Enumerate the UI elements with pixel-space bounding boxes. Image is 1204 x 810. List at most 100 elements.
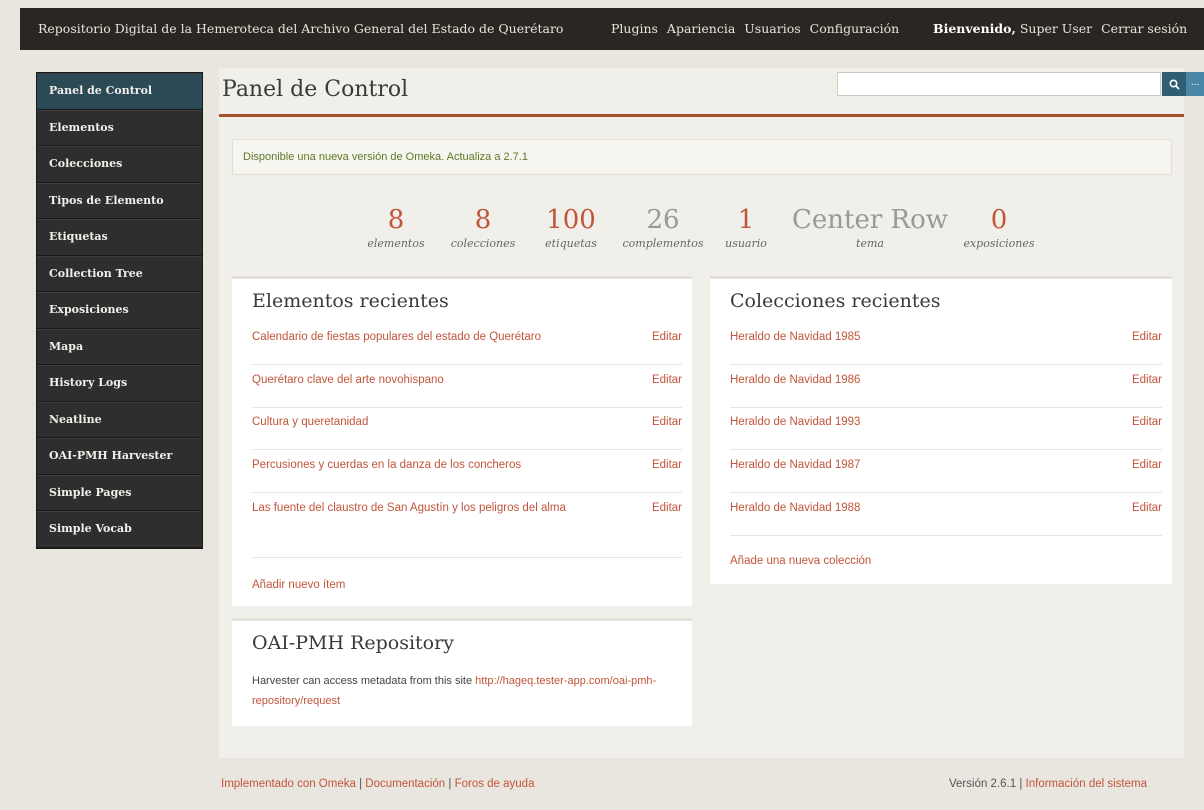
advanced-search-button[interactable]: ... (1186, 72, 1204, 96)
nav-plugins[interactable]: Plugins (611, 21, 658, 36)
oai-pmh-description: Harvester can access metadata from this … (252, 671, 702, 711)
sidebar-item-collection-tree[interactable]: Collection Tree (37, 255, 202, 292)
stat-value: 1 (737, 205, 755, 235)
stat-value: 8 (474, 205, 492, 235)
edit-link[interactable]: Editar (1132, 498, 1162, 518)
footer-documentation-link[interactable]: Documentación (365, 778, 445, 790)
item-link[interactable]: Las fuente del claustro de San Agustín y… (252, 498, 582, 518)
edit-link[interactable]: Editar (1132, 412, 1162, 432)
oai-pmh-panel: OAI-PMH Repository Harvester can access … (232, 618, 692, 726)
search-icon (1168, 79, 1180, 90)
stat-label: etiquetas (545, 237, 597, 250)
sidebar-nav: Panel de Control Elementos Colecciones T… (36, 72, 203, 549)
list-item: Heraldo de Navidad 1993 Editar (730, 412, 1162, 450)
edit-link[interactable]: Editar (1132, 370, 1162, 390)
list-item: Percusiones y cuerdas en la danza de los… (252, 455, 682, 493)
collection-link[interactable]: Heraldo de Navidad 1987 (730, 455, 1060, 475)
edit-link[interactable]: Editar (652, 498, 682, 518)
edit-link[interactable]: Editar (652, 327, 682, 347)
stat-exposiciones[interactable]: 0 exposiciones (949, 205, 1049, 250)
sidebar-item-etiquetas[interactable]: Etiquetas (37, 219, 202, 256)
add-item-link[interactable]: Añadir nuevo ítem (252, 579, 345, 591)
sidebar-item-colecciones[interactable]: Colecciones (37, 146, 202, 183)
update-notice: Disponible una nueva versión de Omeka. A… (232, 139, 1172, 175)
page-title: Panel de Control (222, 77, 409, 102)
list-item: Querétaro clave del arte novohispano Edi… (252, 370, 682, 408)
system-info-link[interactable]: Información del sistema (1026, 778, 1147, 790)
stat-label: usuario (725, 237, 767, 250)
stat-label: elementos (367, 237, 425, 250)
list-item: Las fuente del claustro de San Agustín y… (252, 498, 682, 558)
stat-etiquetas[interactable]: 100 etiquetas (535, 205, 607, 250)
stat-value: 100 (546, 205, 596, 235)
stat-value: Center Row (791, 205, 949, 235)
collection-link[interactable]: Heraldo de Navidad 1993 (730, 412, 1060, 432)
top-nav: Plugins Apariencia Usuarios Configuració… (611, 21, 904, 36)
sidebar-item-mapa[interactable]: Mapa (37, 328, 202, 365)
search-input[interactable] (837, 72, 1161, 96)
edit-link[interactable]: Editar (1132, 455, 1162, 475)
oai-pmh-title: OAI-PMH Repository (252, 632, 454, 654)
oai-pmh-text: Harvester can access metadata from this … (252, 675, 473, 687)
main-content: Panel de Control ... Disponible una nuev… (219, 68, 1204, 758)
welcome-label: Bienvenido, (933, 21, 1016, 36)
list-item: Heraldo de Navidad 1985 Editar (730, 327, 1162, 365)
list-item: Heraldo de Navidad 1987 Editar (730, 455, 1162, 493)
search-button[interactable] (1162, 72, 1186, 96)
sidebar-item-panel-de-control[interactable]: Panel de Control (37, 73, 202, 110)
top-bar: Repositorio Digital de la Hemeroteca del… (20, 8, 1204, 50)
footer-links: Implementado con Omeka | Documentación |… (221, 778, 535, 790)
recent-collections-title: Colecciones recientes (730, 290, 941, 312)
item-link[interactable]: Cultura y queretanidad (252, 412, 582, 432)
sidebar-item-simple-vocab[interactable]: Simple Vocab (37, 511, 202, 548)
stat-value: 0 (990, 205, 1008, 235)
title-divider (219, 114, 1184, 117)
collection-link[interactable]: Heraldo de Navidad 1985 (730, 327, 1060, 347)
stat-label: exposiciones (963, 237, 1035, 250)
recent-collections-panel: Colecciones recientes Heraldo de Navidad… (710, 276, 1172, 584)
list-item: Heraldo de Navidad 1986 Editar (730, 370, 1162, 408)
footer-forums-link[interactable]: Foros de ayuda (455, 778, 535, 790)
stat-complementos[interactable]: 26 complementos (613, 205, 713, 250)
stat-elementos[interactable]: 8 elementos (361, 205, 431, 250)
nav-usuarios[interactable]: Usuarios (744, 21, 800, 36)
version-text: Versión 2.6.1 (949, 778, 1017, 790)
stat-colecciones[interactable]: 8 colecciones (441, 205, 525, 250)
sidebar-item-exposiciones[interactable]: Exposiciones (37, 292, 202, 329)
edit-link[interactable]: Editar (652, 455, 682, 475)
user-name-link[interactable]: Super User (1020, 21, 1092, 36)
stat-label: tema (856, 237, 884, 250)
item-link[interactable]: Percusiones y cuerdas en la danza de los… (252, 455, 582, 475)
sidebar-item-tipos-de-elemento[interactable]: Tipos de Elemento (37, 182, 202, 219)
list-item: Heraldo de Navidad 1988 Editar (730, 498, 1162, 536)
stat-value: 8 (387, 205, 405, 235)
item-link[interactable]: Calendario de fiestas populares del esta… (252, 327, 582, 347)
edit-link[interactable]: Editar (1132, 327, 1162, 347)
update-notice-text[interactable]: Disponible una nueva versión de Omeka. A… (243, 151, 528, 163)
logout-link[interactable]: Cerrar sesión (1101, 21, 1187, 36)
stat-tema[interactable]: Center Row tema (785, 205, 955, 250)
footer-version: Versión 2.6.1 | Información del sistema (949, 778, 1147, 790)
recent-items-title: Elementos recientes (252, 290, 449, 312)
collection-link[interactable]: Heraldo de Navidad 1988 (730, 498, 1060, 518)
user-menu: Bienvenido, Super User Cerrar sesión (933, 21, 1187, 36)
nav-configuracion[interactable]: Configuración (810, 21, 900, 36)
nav-apariencia[interactable]: Apariencia (667, 21, 735, 36)
item-link[interactable]: Querétaro clave del arte novohispano (252, 370, 582, 390)
footer-omeka-link[interactable]: Implementado con Omeka (221, 778, 356, 790)
sidebar-item-elementos[interactable]: Elementos (37, 109, 202, 146)
sidebar-item-simple-pages[interactable]: Simple Pages (37, 474, 202, 511)
sidebar-item-oai-pmh-harvester[interactable]: OAI-PMH Harvester (37, 438, 202, 475)
edit-link[interactable]: Editar (652, 370, 682, 390)
stat-usuario[interactable]: 1 usuario (715, 205, 777, 250)
stat-label: complementos (622, 237, 704, 250)
recent-items-panel: Elementos recientes Calendario de fiesta… (232, 276, 692, 606)
sidebar-item-history-logs[interactable]: History Logs (37, 365, 202, 402)
collection-link[interactable]: Heraldo de Navidad 1986 (730, 370, 1060, 390)
add-collection-link[interactable]: Añade una nueva colección (730, 555, 871, 567)
list-item: Calendario de fiestas populares del esta… (252, 327, 682, 365)
edit-link[interactable]: Editar (652, 412, 682, 432)
sidebar-item-neatline[interactable]: Neatline (37, 401, 202, 438)
stats-summary: 8 elementos 8 colecciones 100 etiquetas … (359, 205, 1059, 265)
site-title[interactable]: Repositorio Digital de la Hemeroteca del… (38, 21, 563, 36)
